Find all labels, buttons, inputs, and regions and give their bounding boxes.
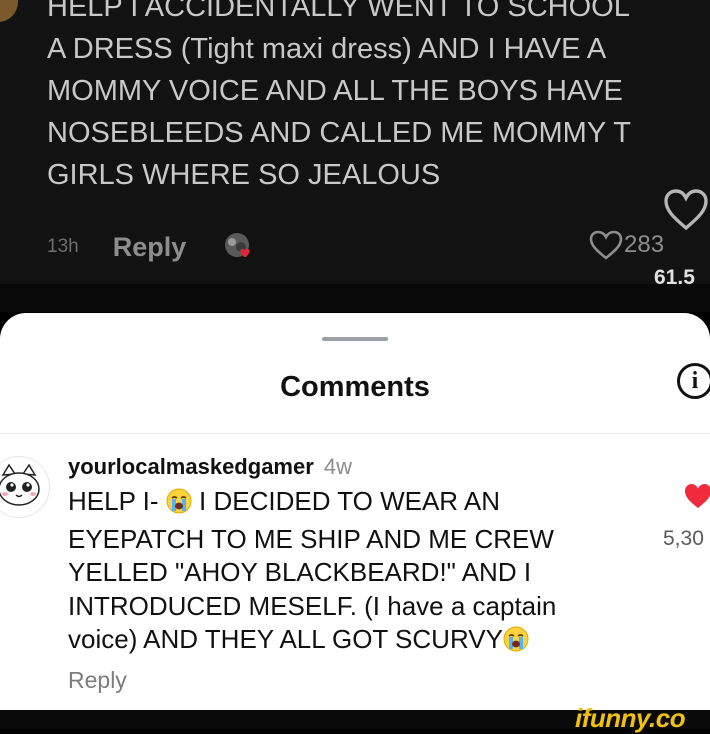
- reaction-avatar-icon: [222, 231, 254, 263]
- loudly-crying-face-icon: [166, 488, 192, 523]
- comment-text-part: I DECIDED TO WEAR AN: [191, 486, 500, 516]
- comment-text-part: EYEPATCH TO ME SHIP AND ME CREW YELLED "…: [68, 523, 557, 655]
- comment-like-count: 5,30: [663, 527, 704, 550]
- comment-text-part: HELP I-: [68, 486, 166, 516]
- comment-username[interactable]: yourlocalmaskedgamer: [68, 454, 314, 479]
- heart-icon[interactable]: [683, 482, 710, 510]
- avatar[interactable]: [0, 456, 50, 518]
- view-count: 61.5: [654, 266, 695, 289]
- previous-comment-time: 13h: [47, 236, 79, 257]
- divider: [0, 433, 710, 434]
- previous-comment-meta: 13h Reply: [47, 229, 254, 265]
- previous-comment-like-count: 283: [624, 231, 665, 258]
- comment-time: 4w: [323, 454, 353, 479]
- comment-text: HELP I- I DECIDED TO WEAR AN EYEPATCH TO…: [68, 485, 628, 661]
- loudly-crying-face-icon: [503, 626, 529, 661]
- previous-comment-like[interactable]: 283: [588, 229, 664, 261]
- watermark: ifunny.co: [575, 703, 686, 733]
- previous-comment: HELP I ACCIDENTALLY WENT TO SCHOOL A DRE…: [0, 0, 710, 312]
- previous-comment-text: HELP I ACCIDENTALLY WENT TO SCHOOL A DRE…: [47, 0, 631, 191]
- heart-outline-icon[interactable]: [662, 188, 710, 232]
- background-strip: [0, 284, 710, 312]
- sheet-title: Comments: [280, 371, 430, 403]
- drag-handle[interactable]: [322, 337, 388, 341]
- previous-comment-reply-button[interactable]: Reply: [113, 232, 187, 263]
- info-icon[interactable]: i: [677, 363, 710, 399]
- heart-outline-icon[interactable]: [588, 229, 624, 261]
- avatar[interactable]: [0, 0, 18, 22]
- comments-sheet: Comments i yourlocalmaskedgamer 4w HELP …: [0, 313, 710, 710]
- comment-reply-button[interactable]: Reply: [68, 667, 127, 694]
- info-icon-glyph: i: [691, 367, 699, 394]
- comment-header: yourlocalmaskedgamer 4w: [68, 454, 352, 480]
